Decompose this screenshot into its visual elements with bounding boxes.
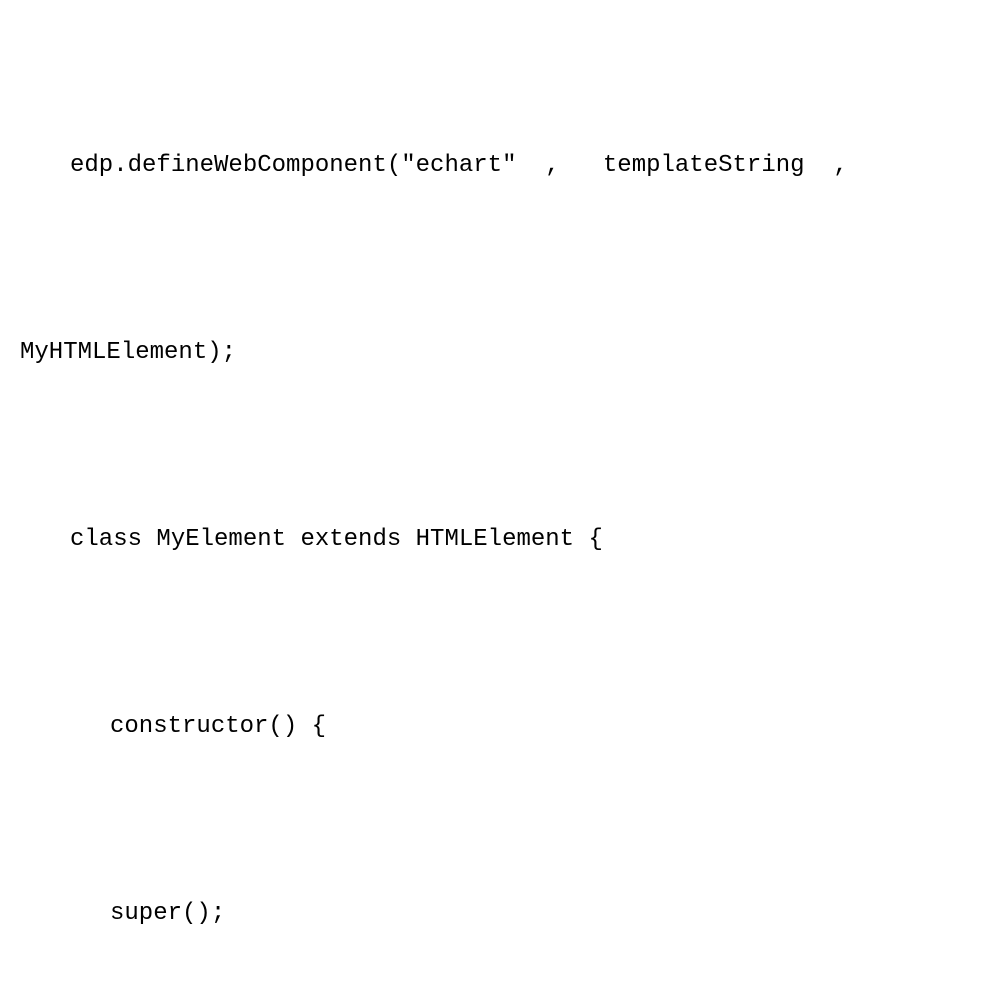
code-line: edp.defineWebComponent("echart" , templa… [20, 135, 980, 197]
code-block: edp.defineWebComponent("echart" , templa… [0, 0, 1000, 1000]
code-line: MyHTMLElement); [20, 322, 980, 384]
code-line: super(); [20, 883, 980, 945]
code-line: class MyElement extends HTMLElement { [20, 509, 980, 571]
code-line: constructor() { [20, 696, 980, 758]
